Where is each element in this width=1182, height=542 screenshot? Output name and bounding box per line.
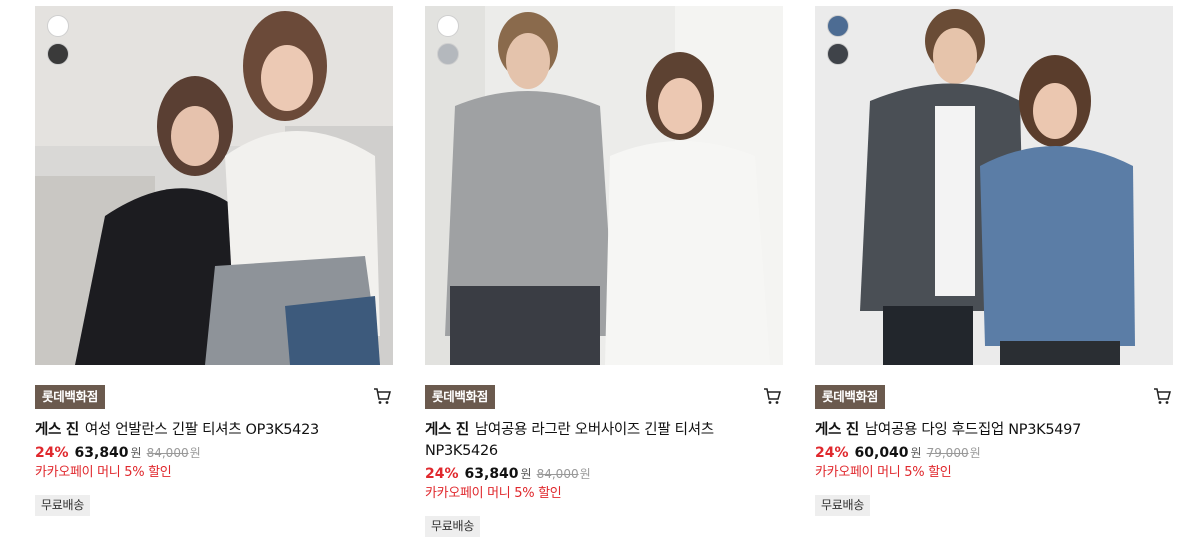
color-swatch-blue[interactable]	[827, 15, 849, 37]
color-swatches	[47, 15, 69, 65]
original-price: 84,000	[146, 446, 189, 460]
price-unit: 원	[130, 446, 142, 460]
price-row: 24% 60,040 원 79,000원	[815, 443, 1173, 463]
store-badge: 롯데백화점	[35, 385, 106, 409]
brand-name: 게스 진	[815, 422, 859, 438]
discount-rate: 24%	[425, 466, 459, 482]
product-title[interactable]: 게스 진 남여공용 다잉 후드집업 NP3K5497	[815, 420, 1155, 441]
product-photo	[35, 6, 393, 365]
product-photo	[815, 6, 1173, 365]
badge-row: 롯데백화점	[815, 385, 1173, 411]
badge-row: 롯데백화점	[425, 385, 783, 411]
shopping-cart-icon[interactable]	[373, 387, 391, 405]
product-image[interactable]	[815, 6, 1173, 365]
product-title[interactable]: 게스 진 남여공용 라그란 오버사이즈 긴팔 티셔츠 NP3K5426	[425, 420, 765, 462]
price-row: 24% 63,840 원 84,000원	[35, 443, 393, 463]
badge-row: 롯데백화점	[35, 385, 393, 411]
promo-text: 카카오페이 머니 5% 할인	[35, 465, 172, 480]
price-unit: 원	[520, 467, 532, 481]
discount-rate: 24%	[815, 445, 849, 461]
original-price: 79,000	[926, 446, 969, 460]
store-badge: 롯데백화점	[815, 385, 886, 409]
color-swatch-black[interactable]	[47, 43, 69, 65]
sale-price: 63,840	[74, 445, 129, 461]
shipping-badge: 무료배송	[35, 495, 90, 516]
product-name: 여성 언발란스 긴팔 티셔츠 OP3K5423	[84, 422, 319, 438]
price-unit: 원	[910, 446, 922, 460]
color-swatch-white[interactable]	[437, 15, 459, 37]
product-title[interactable]: 게스 진 여성 언발란스 긴팔 티셔츠 OP3K5423	[35, 420, 375, 441]
product-card[interactable]: 롯데백화점 게스 진 남여공용 다잉 후드집업 NP3K5497 24% 60,04…	[815, 6, 1173, 516]
product-image[interactable]	[35, 6, 393, 365]
original-price: 84,000	[536, 467, 579, 481]
discount-rate: 24%	[35, 445, 69, 461]
product-photo	[425, 6, 783, 365]
product-card[interactable]: 롯데백화점 게스 진 여성 언발란스 긴팔 티셔츠 OP3K5423 24% 63,…	[35, 6, 393, 516]
color-swatches	[827, 15, 849, 65]
sale-price: 60,040	[854, 445, 909, 461]
promo-text: 카카오페이 머니 5% 할인	[425, 486, 562, 501]
color-swatch-charcoal[interactable]	[827, 43, 849, 65]
original-price-unit: 원	[189, 446, 201, 460]
brand-name: 게스 진	[35, 422, 79, 438]
shipping-badge: 무료배송	[815, 495, 870, 516]
original-price-unit: 원	[579, 467, 591, 481]
color-swatch-grey[interactable]	[437, 43, 459, 65]
product-card[interactable]: 롯데백화점 게스 진 남여공용 라그란 오버사이즈 긴팔 티셔츠 NP3K5426…	[425, 6, 783, 537]
brand-name: 게스 진	[425, 422, 469, 438]
price-row: 24% 63,840 원 84,000원	[425, 464, 783, 484]
sale-price: 63,840	[464, 466, 519, 482]
store-badge: 롯데백화점	[425, 385, 496, 409]
color-swatches	[437, 15, 459, 65]
shipping-badge: 무료배송	[425, 516, 480, 537]
promo-text: 카카오페이 머니 5% 할인	[815, 465, 952, 480]
color-swatch-white[interactable]	[47, 15, 69, 37]
product-image[interactable]	[425, 6, 783, 365]
shopping-cart-icon[interactable]	[1153, 387, 1171, 405]
product-name: 남여공용 다잉 후드집업 NP3K5497	[864, 422, 1082, 438]
original-price-unit: 원	[969, 446, 981, 460]
shopping-cart-icon[interactable]	[763, 387, 781, 405]
